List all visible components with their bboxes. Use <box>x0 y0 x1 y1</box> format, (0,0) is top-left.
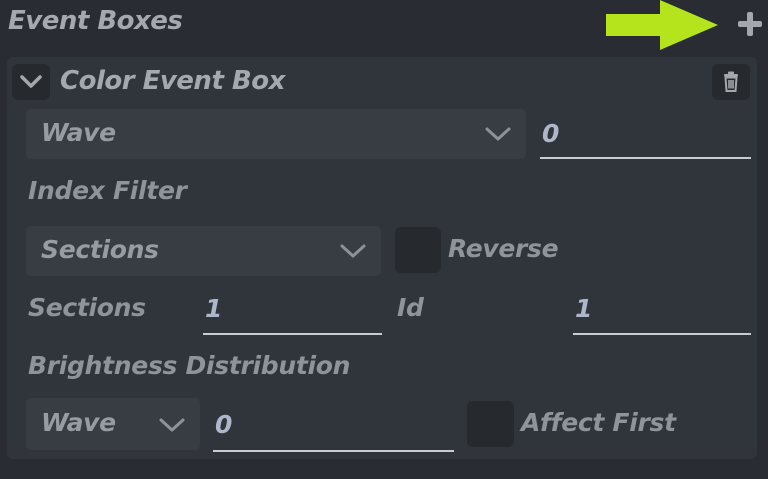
section-title: Event Boxes <box>8 6 183 36</box>
event-type-value: 0 <box>542 119 560 148</box>
brightness-value: 0 <box>215 410 233 439</box>
index-filter-select[interactable]: Sections <box>26 226 381 276</box>
event-box-title: Color Event Box <box>60 66 285 96</box>
delete-event-box-button[interactable] <box>712 64 750 100</box>
chevron-down-icon <box>485 127 511 141</box>
plus-icon <box>738 12 762 36</box>
affect-first-label: Affect First <box>521 408 676 437</box>
sections-value: 1 <box>205 294 223 323</box>
event-type-select[interactable]: Wave <box>26 109 526 159</box>
chevron-down-icon <box>340 244 366 258</box>
chevron-down-icon <box>159 418 185 432</box>
reverse-label: Reverse <box>448 234 559 263</box>
event-type-select-value: Wave <box>41 118 116 147</box>
brightness-value-input[interactable]: 0 <box>213 406 454 452</box>
add-event-box-button[interactable] <box>735 9 765 39</box>
id-input[interactable]: 1 <box>573 288 751 335</box>
trash-icon <box>724 71 738 92</box>
sections-input[interactable]: 1 <box>203 288 382 335</box>
sections-label: Sections <box>28 293 146 322</box>
index-filter-label: Index Filter <box>28 176 187 205</box>
chevron-down-icon <box>20 75 42 88</box>
collapse-button[interactable] <box>12 64 50 100</box>
reverse-checkbox[interactable] <box>395 227 441 273</box>
brightness-select-value: Wave <box>41 408 116 437</box>
brightness-distribution-select[interactable]: Wave <box>26 398 200 450</box>
id-label: Id <box>397 293 424 322</box>
id-value: 1 <box>575 294 593 323</box>
event-type-value-input[interactable]: 0 <box>540 112 751 159</box>
affect-first-checkbox[interactable] <box>467 401 514 447</box>
green-arrow-annotation <box>606 0 718 50</box>
brightness-distribution-label: Brightness Distribution <box>28 351 351 380</box>
index-filter-select-value: Sections <box>41 235 159 264</box>
